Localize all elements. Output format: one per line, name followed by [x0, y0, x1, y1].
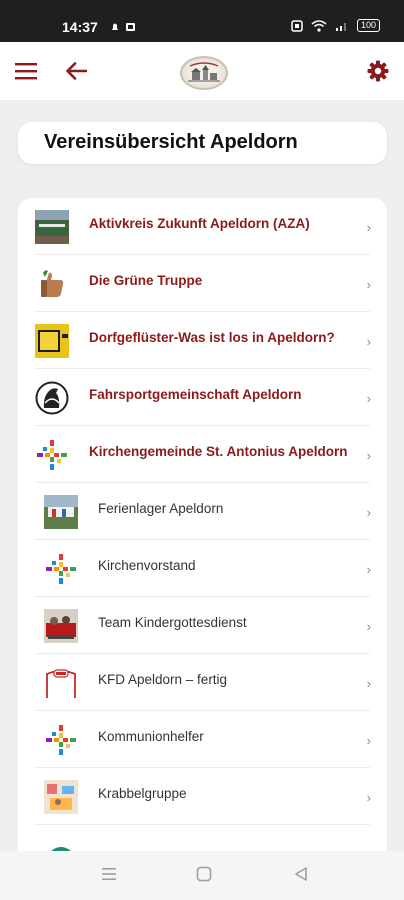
- settings-button[interactable]: [356, 42, 400, 100]
- krabbelgruppe-thumbnail: [44, 780, 78, 814]
- chevron-right-icon: ›: [366, 676, 371, 691]
- list-item[interactable]: Team Kindergottesdienst ›: [18, 597, 387, 654]
- hamburger-menu-icon: [15, 63, 37, 80]
- list-item-label: Fahrsportgemeinschaft Apeldorn: [89, 387, 302, 402]
- system-back-button[interactable]: [292, 865, 310, 888]
- list-item-label: Die Grüne Truppe: [89, 273, 203, 288]
- chevron-right-icon: ›: [366, 334, 371, 349]
- app-bar: [0, 42, 404, 100]
- page-title-card: Vereinsübersicht Apeldorn: [18, 122, 387, 164]
- list-item-label: Kommunionhelfer: [98, 729, 204, 744]
- back-arrow-icon: [66, 62, 87, 80]
- kfd-logo-icon: [44, 666, 78, 700]
- list-item-label: Krabbelgruppe: [98, 786, 187, 801]
- battery-icon: 100: [356, 19, 380, 32]
- list-item[interactable]: Krabbelgruppe ›: [18, 768, 387, 825]
- home-square-icon: [196, 866, 212, 882]
- recent-apps-icon: [102, 868, 116, 880]
- list-item[interactable]: Aktivkreis Zukunft Apeldorn (AZA) ›: [18, 198, 387, 255]
- chevron-right-icon: ›: [366, 448, 371, 463]
- ferienlager-thumbnail: [44, 495, 78, 529]
- back-button[interactable]: [54, 42, 98, 100]
- status-time: 14:37: [62, 19, 98, 35]
- chevron-right-icon: ›: [366, 220, 371, 235]
- kindergottesdienst-thumbnail: [44, 609, 78, 643]
- chevron-right-icon: ›: [366, 733, 371, 748]
- colorful-cross-icon: [35, 438, 69, 472]
- chevron-right-icon: ›: [366, 391, 371, 406]
- back-triangle-icon: [295, 867, 307, 881]
- list-item[interactable]: Kirchengemeinde St. Antonius Apeldorn ›: [18, 426, 387, 483]
- list-item-label: KFD Apeldorn – fertig: [98, 672, 228, 687]
- colorful-cross-icon: [44, 723, 78, 757]
- list-item[interactable]: Dorfgeflüster-Was ist los in Apeldorn? ›: [18, 312, 387, 369]
- dorfgefluester-thumbnail: [35, 324, 69, 358]
- chevron-right-icon: ›: [366, 562, 371, 577]
- menu-button[interactable]: [4, 42, 48, 100]
- system-navigation-bar: [0, 851, 404, 900]
- chevron-right-icon: ›: [366, 277, 371, 292]
- list-item[interactable]: Ferienlager Apeldorn ›: [18, 483, 387, 540]
- list-item-label: Aktivkreis Zukunft Apeldorn (AZA): [89, 216, 310, 231]
- nfc-icon: [291, 19, 303, 32]
- colorful-cross-icon: [44, 552, 78, 586]
- chevron-right-icon: ›: [366, 505, 371, 520]
- list-item-label: Kirchengemeinde St. Antonius Apeldorn: [89, 444, 348, 459]
- chevron-right-icon: ›: [366, 790, 371, 805]
- list-item[interactable]: Die Grüne Truppe ›: [18, 255, 387, 312]
- status-bar: 14:37 100: [0, 0, 404, 42]
- horse-logo-icon: [35, 381, 69, 415]
- club-list: Aktivkreis Zukunft Apeldorn (AZA) › Die …: [18, 198, 387, 898]
- chevron-right-icon: ›: [366, 619, 371, 634]
- list-item[interactable]: Kommunionhelfer ›: [18, 711, 387, 768]
- page-title: Vereinsübersicht Apeldorn: [44, 131, 298, 153]
- list-item[interactable]: Fahrsportgemeinschaft Apeldorn ›: [18, 369, 387, 426]
- list-item[interactable]: Kirchenvorstand ›: [18, 540, 387, 597]
- status-right-icons: 100: [291, 19, 380, 32]
- recent-apps-button[interactable]: [100, 865, 118, 888]
- aza-thumbnail: [35, 210, 69, 244]
- village-logo-icon: [188, 62, 220, 82]
- signal-icon: [335, 22, 346, 31]
- list-item-label: Ferienlager Apeldorn: [98, 501, 224, 516]
- home-button[interactable]: [195, 865, 213, 888]
- list-item-label: Dorfgeflüster-Was ist los in Apeldorn?: [89, 330, 335, 345]
- notification-icons: [110, 21, 140, 36]
- list-item-label: Team Kindergottesdienst: [98, 615, 247, 630]
- notification-icon: [112, 23, 135, 31]
- gear-icon: [367, 60, 389, 82]
- app-logo: [180, 56, 228, 90]
- list-item-label: Kirchenvorstand: [98, 558, 196, 573]
- list-item[interactable]: KFD Apeldorn – fertig ›: [18, 654, 387, 711]
- thumbs-up-icon: [35, 267, 69, 301]
- wifi-icon: [311, 19, 327, 32]
